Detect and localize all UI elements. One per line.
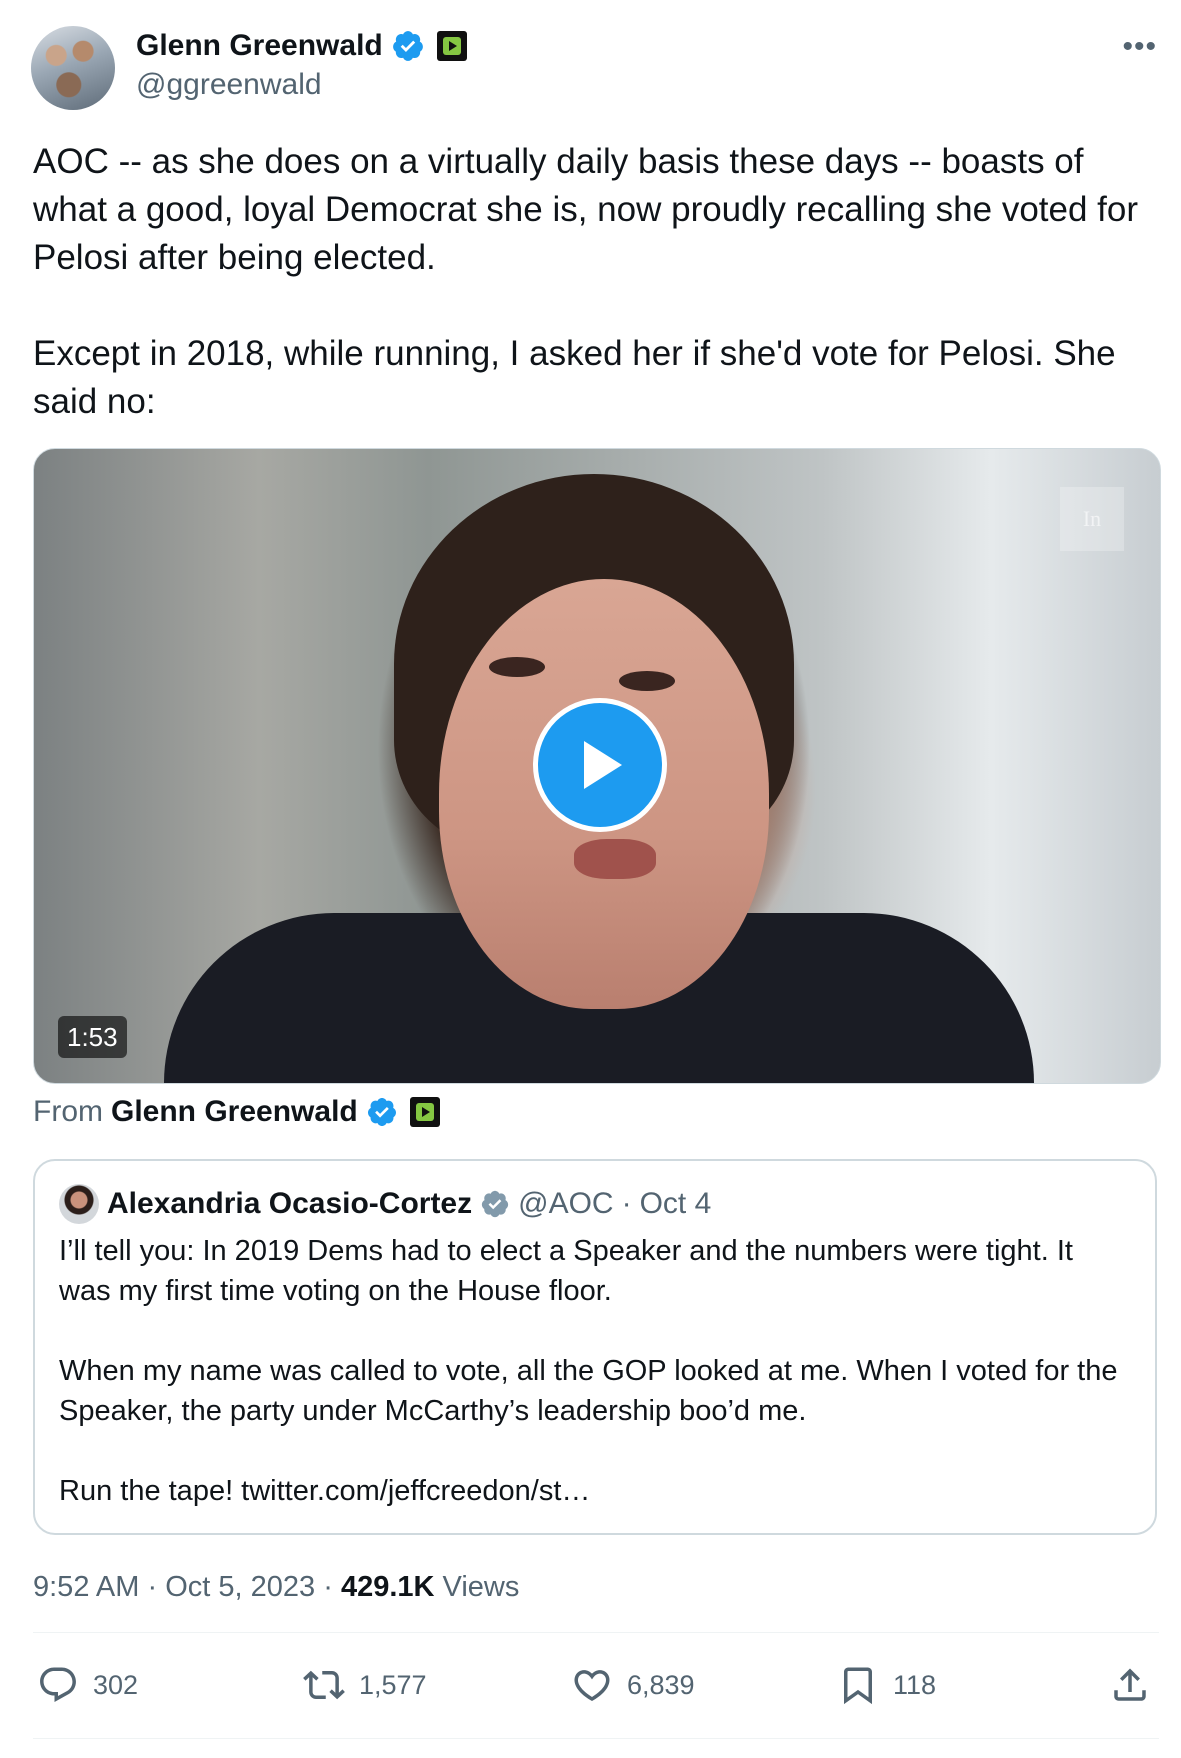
quoted-tweet-header: Alexandria Ocasio-Cortez @AOC · Oct 4: [59, 1183, 711, 1225]
author-handle[interactable]: @ggreenwald: [136, 68, 322, 102]
bookmark-count: 118: [893, 1669, 937, 1700]
meta-separator: ·: [323, 1571, 333, 1603]
rumble-icon: [436, 31, 467, 61]
like-icon: [574, 1670, 610, 1702]
share-icon: [1114, 1668, 1146, 1701]
verified-badge-icon: [367, 1098, 396, 1126]
video-watermark: In: [1060, 487, 1124, 551]
rumble-icon: [409, 1097, 440, 1127]
quoted-author-handle[interactable]: @AOC: [518, 1187, 613, 1221]
quoted-tweet[interactable]: Alexandria Ocasio-Cortez @AOC · Oct 4 I’…: [33, 1159, 1157, 1535]
video-source: From Glenn Greenwald: [33, 1090, 440, 1134]
video-frame-mouth: [574, 839, 656, 879]
divider: [33, 1738, 1159, 1739]
like-count: 6,839: [627, 1669, 695, 1700]
tweet-date[interactable]: Oct 5, 2023: [165, 1571, 315, 1603]
divider: [33, 1632, 1159, 1633]
video-frame-eye: [619, 671, 675, 691]
tweet-text: AOC -- as she does on a virtually daily …: [33, 142, 1139, 421]
author-name-row: Glenn Greenwald: [136, 26, 467, 66]
from-label: From: [33, 1095, 103, 1128]
verified-badge-icon: [481, 1190, 509, 1218]
video-duration: 1:53: [58, 1016, 127, 1058]
tweet: Glenn Greenwald @ggreenwald ••• AOC -- a…: [0, 0, 1181, 1758]
action-bar: 302 1,577 6,839 118: [33, 1655, 1159, 1715]
meta-separator: ·: [147, 1571, 158, 1603]
tweet-meta: 9:52 AM · Oct 5, 2023 · 429.1K Views: [33, 1565, 519, 1609]
quoted-author-name[interactable]: Alexandria Ocasio-Cortez: [107, 1187, 472, 1221]
repost-count: 1,577: [359, 1669, 427, 1700]
play-icon: [584, 741, 622, 789]
author-avatar[interactable]: [31, 26, 115, 110]
more-icon[interactable]: •••: [1122, 30, 1157, 64]
views-count: 429.1K: [340, 1571, 435, 1603]
from-name[interactable]: Glenn Greenwald: [111, 1095, 358, 1129]
reply-count: 302: [93, 1669, 139, 1700]
bookmark-button[interactable]: 118: [837, 1655, 936, 1715]
quoted-author-avatar[interactable]: [59, 1184, 99, 1224]
verified-badge-icon: [392, 31, 423, 61]
play-button[interactable]: [533, 698, 667, 832]
repost-icon: [303, 1670, 345, 1700]
quoted-separator: ·: [621, 1187, 632, 1220]
share-button[interactable]: [1109, 1655, 1151, 1715]
reply-icon: [40, 1667, 76, 1702]
video-player[interactable]: In 1:53: [33, 448, 1161, 1084]
repost-button[interactable]: 1,577: [303, 1655, 427, 1715]
reply-button[interactable]: 302: [37, 1655, 138, 1715]
bookmark-icon: [844, 1667, 872, 1705]
quoted-tweet-text: I’ll tell you: In 2019 Dems had to elect…: [59, 1235, 1118, 1507]
author-name[interactable]: Glenn Greenwald: [136, 29, 383, 63]
like-button[interactable]: 6,839: [571, 1655, 695, 1715]
tweet-time[interactable]: 9:52 AM: [33, 1571, 139, 1603]
video-frame-eye: [489, 657, 545, 677]
views-label: Views: [442, 1571, 520, 1603]
quoted-date[interactable]: Oct 4: [640, 1187, 712, 1221]
